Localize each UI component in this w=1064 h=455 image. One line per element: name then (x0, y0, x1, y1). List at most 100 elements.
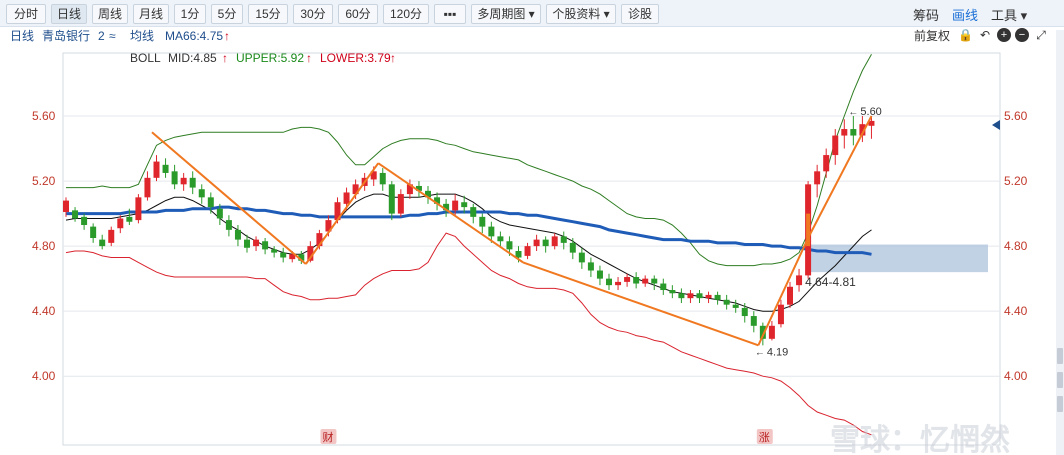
candle-up (832, 135, 839, 156)
tab-5min[interactable]: 5分 (211, 4, 243, 24)
tab-1min[interactable]: 1分 (174, 4, 206, 24)
tab-120min[interactable]: 120分 (383, 4, 429, 24)
info-bar: 日线 青岛银行 2 ≈ 均线 前复权 🔒 ↶ + − ⤢ MA66:4.75 ↑ (0, 27, 1064, 45)
candle-down (488, 226, 495, 237)
candle-up (642, 278, 649, 284)
candle-down (171, 171, 178, 185)
candle-up (551, 236, 558, 247)
y-tick-label-right: 4.00 (1004, 369, 1028, 383)
candle-down (72, 210, 79, 219)
scrollbar[interactable] (1056, 30, 1064, 455)
zoom-out-icon[interactable]: − (1015, 28, 1029, 42)
candle-up (768, 325, 775, 339)
candle-down (651, 278, 658, 284)
draw-line-button[interactable]: 画线 (952, 5, 978, 24)
y-tick-label-left: 4.80 (32, 239, 56, 253)
y-tick-label-right: 4.80 (1004, 239, 1028, 253)
y-tick-label-left: 5.60 (32, 109, 56, 123)
undo-icon[interactable]: ↶ (978, 28, 992, 42)
candle-down (596, 270, 603, 279)
zoom-in-icon[interactable]: + (997, 28, 1011, 42)
candle-up (452, 200, 459, 211)
legend-lower: LOWER:3.79 (320, 51, 391, 65)
more-button[interactable]: ▪▪▪ (434, 4, 466, 24)
scroll-handle-1[interactable] (1057, 348, 1063, 364)
watermark: 雪球：忆惘然 (830, 423, 1010, 455)
legend-boll: BOLL (130, 51, 161, 65)
tab-60min[interactable]: 60分 (338, 4, 378, 24)
candle-down (714, 294, 721, 300)
candle-down (162, 164, 169, 173)
chip-button[interactable]: 筹码 (913, 5, 939, 24)
candle-up (144, 177, 151, 198)
candle-down (515, 251, 522, 258)
candle-up (841, 129, 848, 136)
legend-upper-arrow: ↑ (306, 51, 312, 65)
candle-down (90, 226, 97, 238)
candle-down (750, 316, 757, 326)
candle-up (687, 293, 694, 299)
zone-label: 4.64-4.81 (805, 275, 856, 289)
candle-up (253, 239, 260, 247)
ma-toggle[interactable]: 均线 (130, 28, 154, 44)
candle-down (678, 293, 685, 299)
chart-area[interactable]: 5.60 5.60 5.20 5.20 4.80 4.80 4.40 4.40 4.00 4.00… (0, 45, 1064, 455)
candle-down (669, 290, 676, 294)
legend-upper: UPPER:5.92 (236, 51, 304, 65)
candle-down (542, 239, 549, 247)
candle-down (723, 299, 730, 305)
lock-icon[interactable]: 🔒 (958, 28, 973, 42)
candle-up (180, 177, 187, 185)
tab-daily[interactable]: 日线 (51, 4, 87, 24)
chevron-up-icon[interactable]: ≈ (109, 28, 116, 44)
candle-up (624, 277, 631, 282)
expand-icon[interactable]: ⤢ (1034, 28, 1048, 42)
candlestick-chart[interactable]: 5.60 5.60 5.20 5.20 4.80 4.80 4.40 4.40 4.00 4.00… (0, 45, 1056, 455)
legend-mid-arrow: ↑ (222, 51, 228, 65)
stock-count: 2 (98, 29, 105, 43)
candle-down (741, 307, 748, 317)
candle-down (225, 220, 232, 230)
tab-weekly[interactable]: 周线 (92, 4, 128, 24)
tools-button[interactable]: 工具 ▾ (991, 5, 1027, 24)
candle-up (108, 229, 115, 243)
candle-down (99, 239, 106, 247)
candle-down (479, 216, 486, 227)
tab-15min[interactable]: 15分 (248, 4, 288, 24)
tab-intraday[interactable]: 分时 (6, 4, 46, 24)
legend-ma66-arrow: ↑ (224, 29, 230, 43)
candle-down (262, 241, 269, 250)
candle-up (615, 281, 622, 286)
candle-down (506, 241, 513, 250)
candle-down (633, 277, 640, 284)
adjust-select[interactable]: 前复权 (914, 28, 950, 44)
high-arrow: ← (848, 107, 858, 118)
candle-down (560, 236, 567, 243)
candle-down (244, 239, 250, 248)
diagnose-button[interactable]: 诊股 (621, 4, 659, 24)
support-zone (808, 244, 988, 273)
stock-info-button[interactable]: 个股资料 ▾ (546, 4, 616, 24)
candle-down (189, 177, 196, 188)
candle-down (388, 184, 395, 214)
candle-up (63, 200, 69, 212)
tab-monthly[interactable]: 月线 (133, 4, 169, 24)
y-tick-label-left: 4.40 (32, 304, 56, 318)
period-label: 日线 (10, 29, 35, 43)
candle-up (533, 239, 540, 247)
legend-mid: MID:4.85 (168, 51, 217, 65)
scroll-handle-3[interactable] (1057, 396, 1063, 412)
candle-up (796, 275, 803, 286)
scroll-handle-2[interactable] (1057, 372, 1063, 388)
candle-down (198, 189, 205, 198)
tab-30min[interactable]: 30分 (293, 4, 333, 24)
candle-up (153, 161, 160, 178)
candle-down (578, 252, 585, 263)
multi-period-button[interactable]: 多周期图 ▾ (471, 4, 541, 24)
rise-marker: 涨 (759, 431, 770, 444)
candle-up (823, 155, 830, 172)
candle-down (696, 293, 703, 299)
candle-down (470, 207, 477, 217)
stock-name[interactable]: 青岛银行 (42, 28, 90, 44)
candle-down (271, 249, 278, 253)
